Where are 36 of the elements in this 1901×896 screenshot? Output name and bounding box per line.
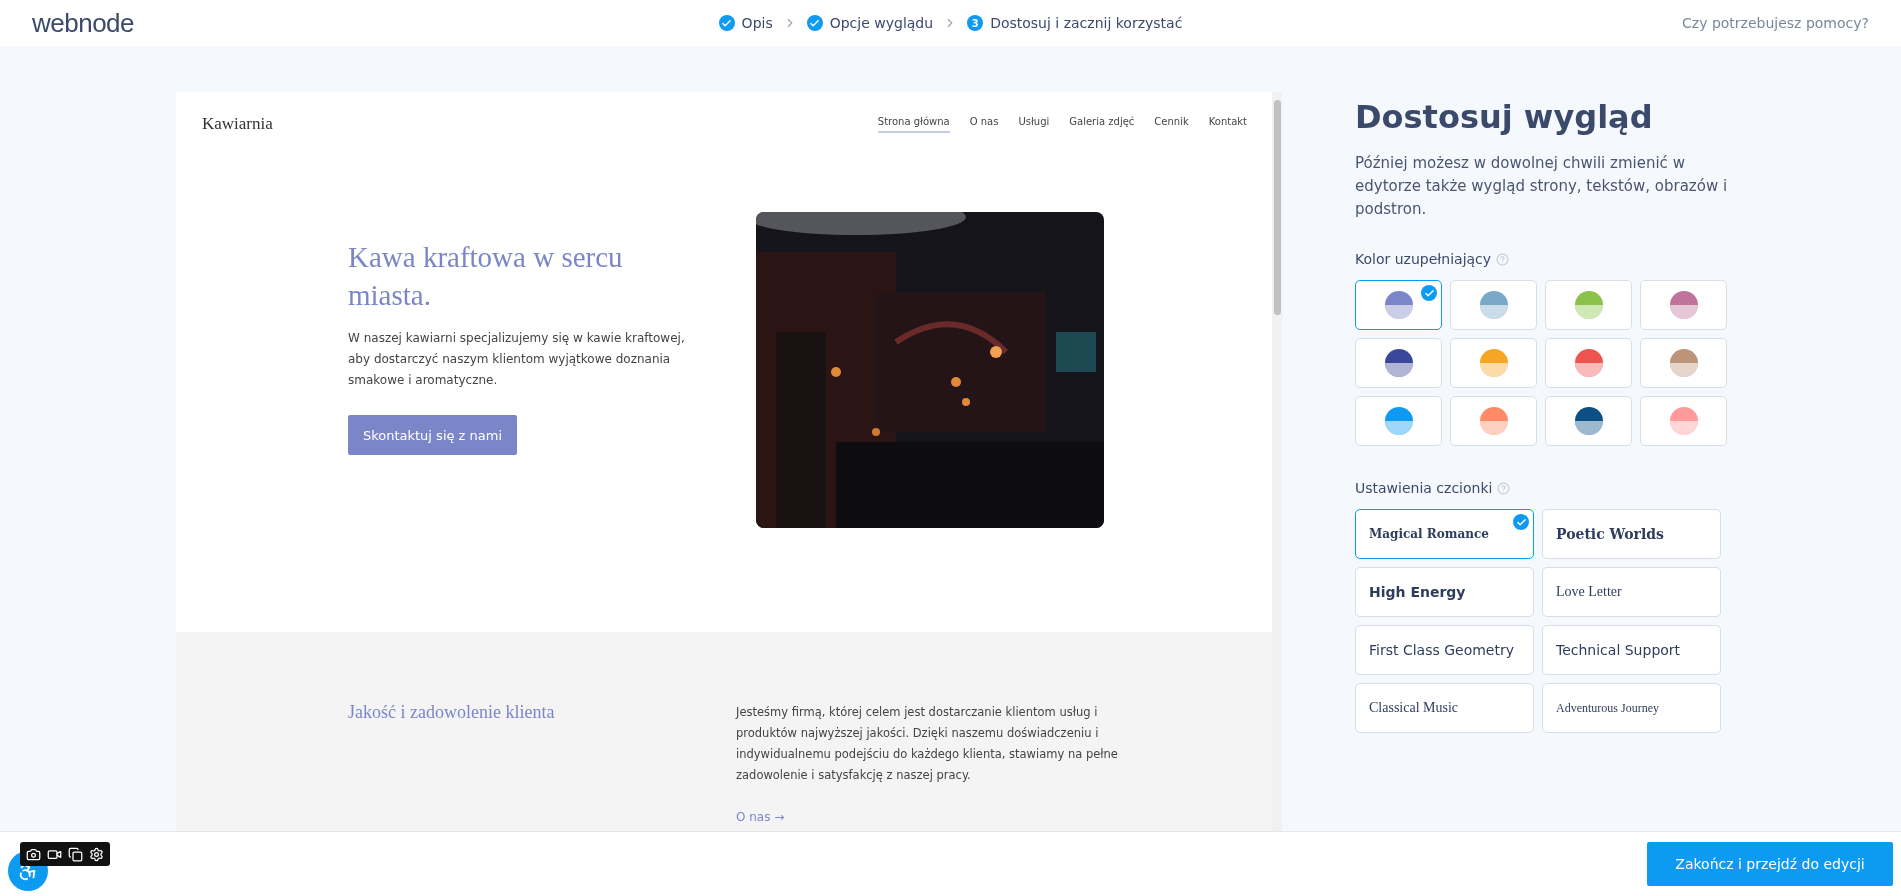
- nav-link[interactable]: Strona główna: [877, 115, 950, 133]
- logo[interactable]: webnode: [32, 7, 332, 39]
- scrollbar[interactable]: [1272, 92, 1282, 831]
- section-label: Ustawienia czcionki: [1355, 480, 1493, 496]
- check-icon: [1421, 285, 1437, 301]
- camera-icon[interactable]: [26, 846, 41, 862]
- font-option[interactable]: High Energy: [1355, 567, 1534, 617]
- nav-link[interactable]: Cennik: [1154, 115, 1189, 133]
- nav-link[interactable]: O nas: [969, 115, 999, 133]
- section-label: Kolor uzupełniający: [1355, 251, 1492, 267]
- font-option[interactable]: Love Letter: [1542, 567, 1721, 617]
- font-option[interactable]: Technical Support: [1542, 625, 1721, 675]
- site-name: Kawiarnia: [202, 114, 273, 134]
- font-option[interactable]: Magical Romance: [1355, 509, 1534, 559]
- section-heading: Jakość i zadowolenie klienta: [348, 702, 556, 724]
- font-option[interactable]: Adventurous Journey: [1542, 683, 1721, 733]
- nav-link[interactable]: Usługi: [1018, 115, 1050, 133]
- hero-heading: Kawa kraftowa w sercu miasta.: [348, 240, 624, 313]
- step-label: Dostosuj i zacznij korzystać: [990, 15, 1183, 31]
- font-option[interactable]: Poetic Worlds: [1542, 509, 1721, 559]
- section-text: Jesteśmy firmą, której celem jest dostarczanie klientom usług i produktów najwyższej jakości. Dzięki naszemu doświadczeniu i indywidualnemu podejściu do każdego klienta, stawiamy na pełne zadowolenie i satysfakcję z naszej pracy.: [736, 704, 1119, 784]
- hero-text: W naszej kawiarni specjalizujemy się w kawie kraftowej, aby dostarczyć naszym klientom wyjątkowe doznania smakowe i aromatyczne.: [348, 330, 686, 389]
- panel-title: Dostosuj wygląd: [1355, 98, 1654, 136]
- check-icon: [1513, 514, 1529, 530]
- nav-link[interactable]: Kontakt: [1208, 115, 1247, 133]
- step-label: Opcje wyglądu: [829, 15, 934, 31]
- nav-link[interactable]: Galeria zdjęć: [1069, 115, 1135, 133]
- font-option[interactable]: First Class Geometry: [1355, 625, 1534, 675]
- help-link[interactable]: Czy potrzebujesz pomocy?: [1569, 15, 1869, 31]
- color-option[interactable]: [1355, 280, 1442, 330]
- windows-icon[interactable]: [68, 846, 83, 862]
- settings-icon[interactable]: [89, 846, 104, 862]
- step-label: Opis: [741, 15, 773, 31]
- font-option[interactable]: Classical Music: [1355, 683, 1534, 733]
- step-number: 3: [967, 15, 984, 31]
- panel-description: Później możesz w dowolnej chwili zmienić w edytorze także wygląd strony, tekstów, obrazów i podstron.: [1355, 153, 1729, 220]
